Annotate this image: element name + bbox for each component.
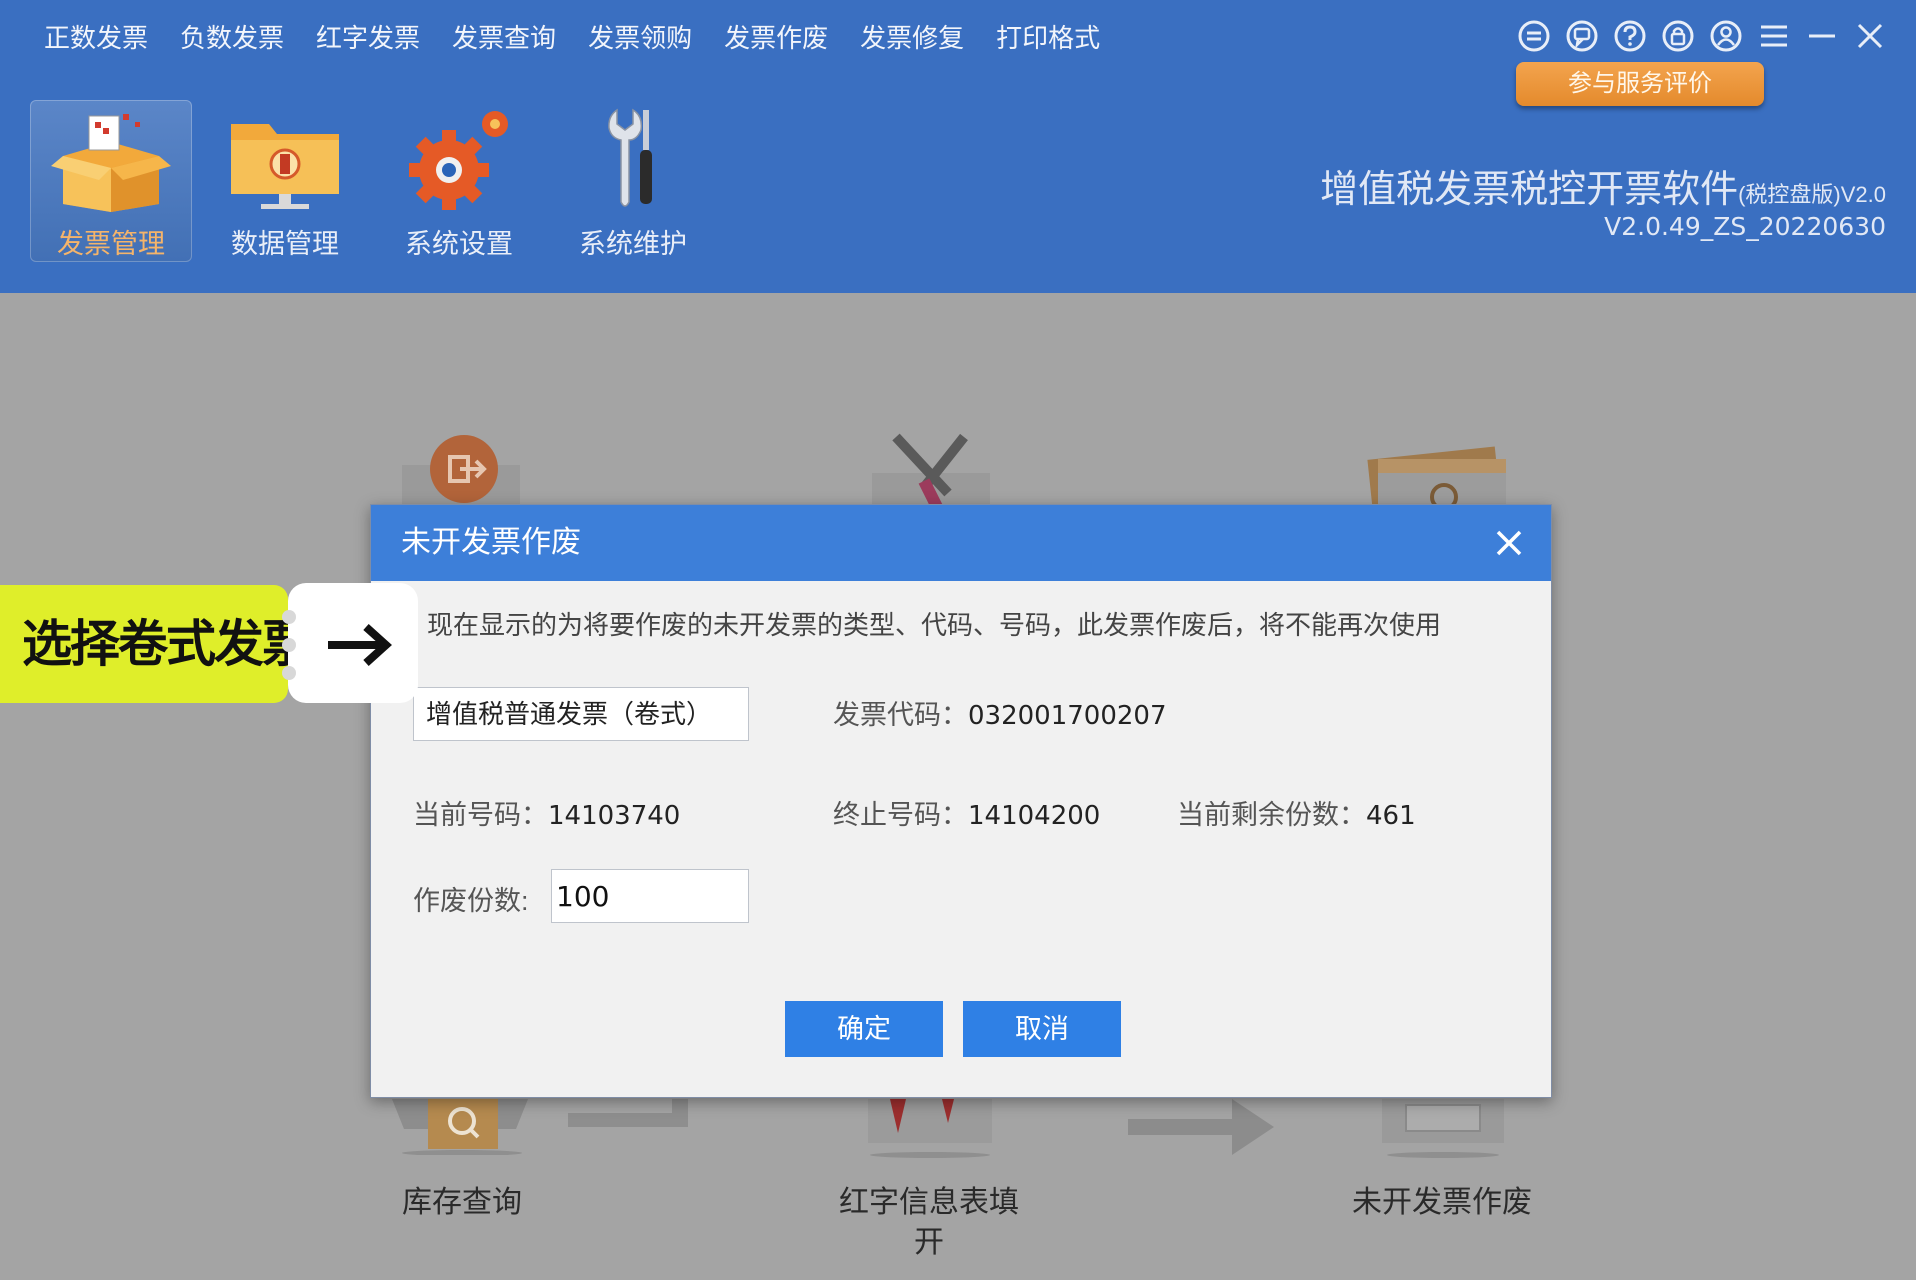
blank-invoice-icon xyxy=(1378,1099,1508,1164)
cancel-button[interactable]: 取消 xyxy=(963,1001,1121,1057)
callout-dot xyxy=(282,638,296,652)
nav-label: 系统设置 xyxy=(405,229,513,259)
current-number-field: 当前号码：14103740 xyxy=(413,793,680,832)
dialog-title: 未开发票作废 xyxy=(401,526,581,559)
dialog-header: 未开发票作废 xyxy=(371,505,1551,581)
invoice-code-value: 032001700207 xyxy=(968,701,1167,731)
export-icon xyxy=(398,429,524,514)
window-controls xyxy=(1510,14,1894,58)
minimize-icon[interactable] xyxy=(1798,14,1846,58)
dialog-close-icon[interactable] xyxy=(1489,523,1529,563)
red-form-icon xyxy=(850,1099,1010,1164)
invoice-stack-icon xyxy=(1364,433,1514,516)
main-nav: 发票管理 数据管理 系统设置 系统维护 xyxy=(30,100,726,262)
nav-system-maintenance[interactable]: 系统维护 xyxy=(552,100,714,262)
void-quantity-label: 作废份数: xyxy=(413,886,529,916)
end-number-field: 终止号码：14104200 xyxy=(833,793,1100,832)
remaining-count-value: 461 xyxy=(1366,801,1416,831)
chat-icon[interactable] xyxy=(1558,14,1606,58)
menu-invoice-purchase[interactable]: 发票领购 xyxy=(572,18,708,58)
app-title: 增值税发票税控开票软件(税控盘版)V2.0 xyxy=(1320,158,1886,213)
function-red-info-form[interactable]: 红字信息表填开 xyxy=(830,1183,1028,1263)
callout-text: 选择卷式发票 xyxy=(22,615,312,673)
invoice-code-label: 发票代码： xyxy=(833,700,968,730)
menu-icon[interactable] xyxy=(1750,14,1798,58)
arrow-right-icon xyxy=(328,624,392,666)
function-unissued-invoice-void[interactable]: 未开发票作废 xyxy=(1342,1183,1542,1223)
void-unissued-invoice-dialog: 未开发票作废 现在显示的为将要作废的未开发票的类型、代码、号码，此发票作废后，将… xyxy=(370,504,1552,1098)
menu-invoice-repair[interactable]: 发票修复 xyxy=(844,18,980,58)
menu-invoice-void[interactable]: 发票作废 xyxy=(708,18,844,58)
end-number-value: 14104200 xyxy=(968,801,1101,831)
nav-data-management[interactable]: 数据管理 xyxy=(204,100,366,262)
service-evaluation-button[interactable]: 参与服务评价 xyxy=(1516,62,1764,106)
app-title-main: 增值税发票税控开票软件 xyxy=(1320,169,1739,211)
nav-label: 数据管理 xyxy=(231,229,339,259)
gear-icon xyxy=(399,100,519,212)
app-edition: (税控盘版)V2.0 xyxy=(1738,182,1886,207)
search-box-icon xyxy=(388,1099,538,1160)
callout-dot xyxy=(282,610,296,624)
menu-print-format[interactable]: 打印格式 xyxy=(980,18,1116,58)
flow-arrow-icon xyxy=(1128,1099,1278,1164)
void-quantity-input[interactable] xyxy=(551,869,749,923)
wrench-icon xyxy=(573,100,693,212)
function-inventory-query[interactable]: 库存查询 xyxy=(392,1183,532,1223)
invoice-code-field: 发票代码：032001700207 xyxy=(833,693,1167,732)
remaining-count-field: 当前剩余份数：461 xyxy=(1177,793,1416,832)
nav-system-settings[interactable]: 系统设置 xyxy=(378,100,540,262)
instruction-callout: 选择卷式发票 xyxy=(0,585,312,703)
current-number-value: 14103740 xyxy=(548,801,681,831)
help-icon[interactable] xyxy=(1606,14,1654,58)
callout-arrow-box xyxy=(288,583,418,703)
invoice-type-select[interactable]: 增值税普通发票（卷式） xyxy=(413,687,749,741)
app-header: 正数发票 负数发票 红字发票 发票查询 发票领购 发票作废 发票修复 打印格式 xyxy=(0,0,1916,293)
remaining-count-label: 当前剩余份数： xyxy=(1177,800,1366,830)
nav-invoice-management[interactable]: 发票管理 xyxy=(30,100,192,262)
callout-dot xyxy=(282,666,296,680)
menu-positive-invoice[interactable]: 正数发票 xyxy=(28,18,164,58)
user-icon[interactable] xyxy=(1702,14,1750,58)
invoice-box-icon xyxy=(51,100,171,212)
close-icon[interactable] xyxy=(1846,14,1894,58)
minus-circle-icon[interactable] xyxy=(1510,14,1558,58)
data-folder-icon xyxy=(225,100,345,212)
confirm-button[interactable]: 确定 xyxy=(785,1001,943,1057)
nav-label: 系统维护 xyxy=(579,229,687,259)
current-number-label: 当前号码： xyxy=(413,800,548,830)
tools-icon xyxy=(868,433,994,514)
lock-icon[interactable] xyxy=(1654,14,1702,58)
menu-invoice-query[interactable]: 发票查询 xyxy=(436,18,572,58)
void-notice: 现在显示的为将要作废的未开发票的类型、代码、号码，此发票作废后，将不能再次使用 xyxy=(427,610,1442,640)
menu-red-invoice[interactable]: 红字发票 xyxy=(300,18,436,58)
app-version: V2.0.49_ZS_20220630 xyxy=(1604,212,1886,241)
nav-label: 发票管理 xyxy=(57,229,165,259)
end-number-label: 终止号码： xyxy=(833,800,968,830)
flow-connector-icon xyxy=(568,1099,688,1144)
top-menu: 正数发票 负数发票 红字发票 发票查询 发票领购 发票作废 发票修复 打印格式 xyxy=(28,18,1116,58)
menu-negative-invoice[interactable]: 负数发票 xyxy=(164,18,300,58)
